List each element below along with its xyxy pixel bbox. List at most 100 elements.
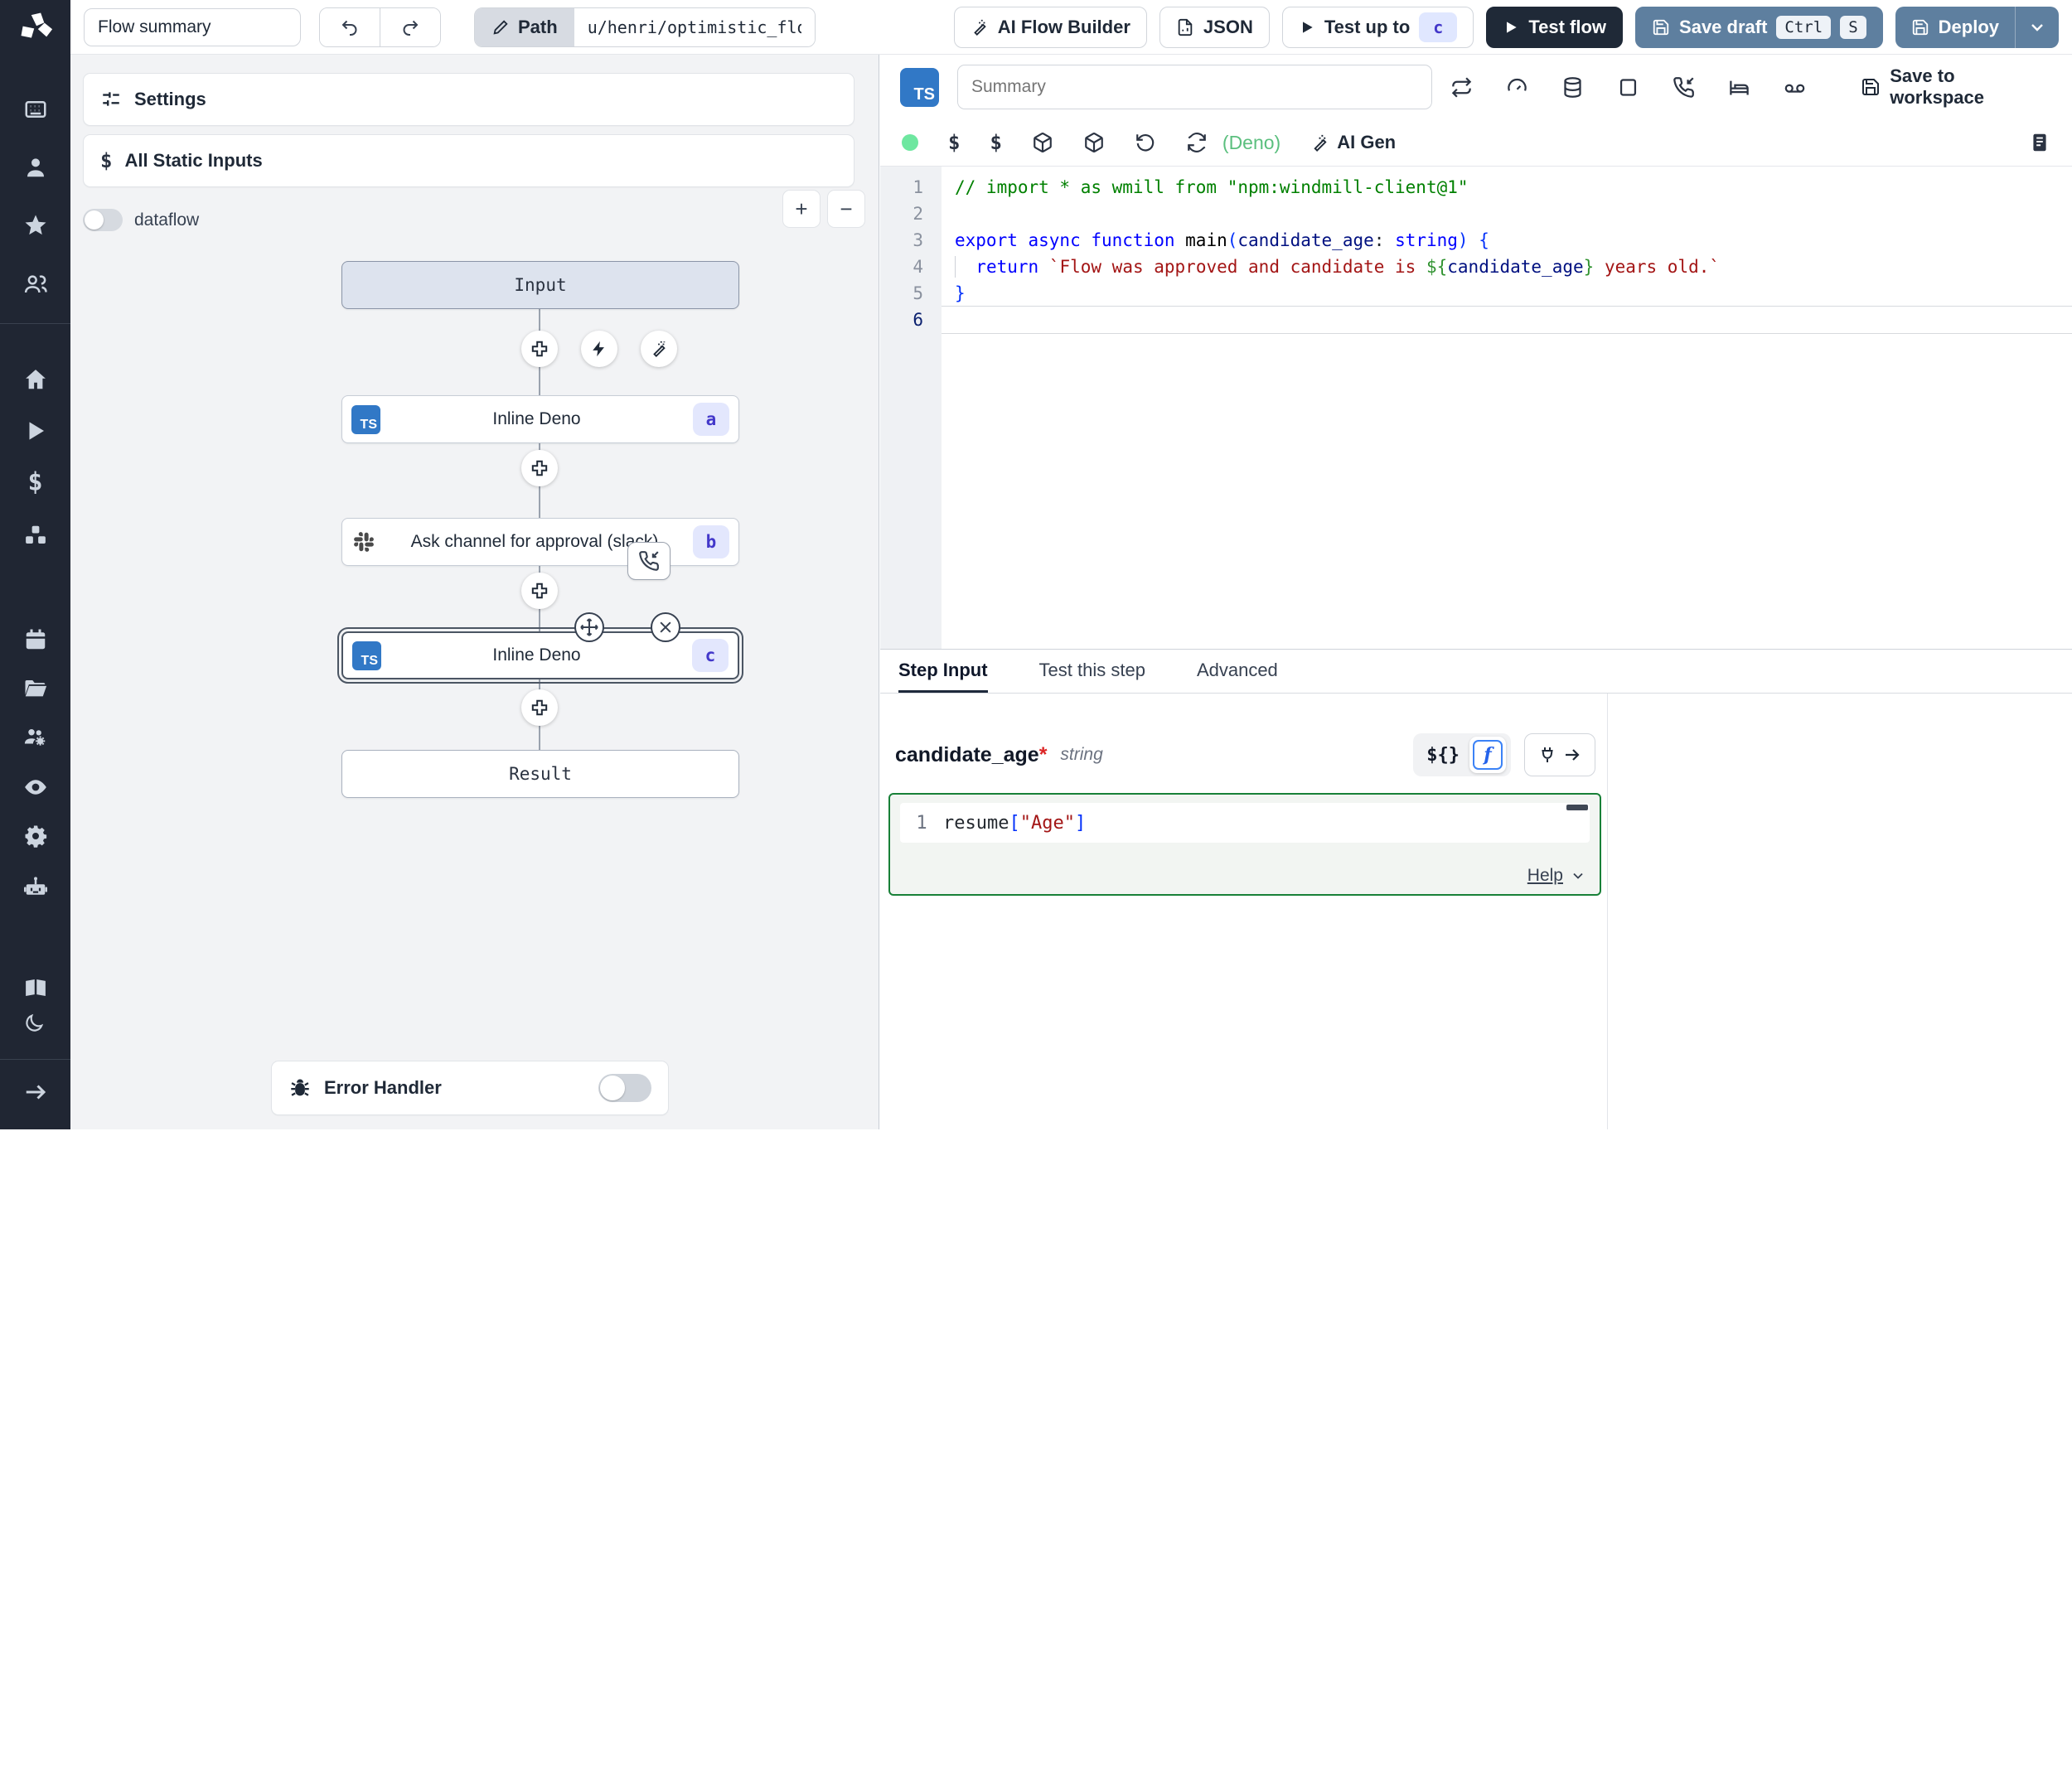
node-a[interactable]: TS Inline Deno a <box>341 395 739 443</box>
code-line[interactable]: 4 return `Flow was approved and candidat… <box>880 254 2072 280</box>
resource-picker-icon[interactable]: $ <box>990 131 1001 154</box>
typescript-icon: TS <box>900 68 939 107</box>
library-script-icon[interactable] <box>2029 132 2050 153</box>
arrow-right-icon <box>1562 745 1582 765</box>
redo-button[interactable] <box>380 8 440 46</box>
reset-undo-icon[interactable] <box>1135 132 1156 153</box>
early-stop-gauge-icon[interactable] <box>1506 76 1528 99</box>
expression-line-number: 1 <box>900 813 943 834</box>
step-badge: c <box>1419 12 1457 42</box>
path-label[interactable]: Path <box>475 8 574 46</box>
approval-phone-badge[interactable] <box>627 542 670 580</box>
flow-summary-input[interactable] <box>84 8 301 46</box>
bug-icon <box>288 1076 312 1100</box>
robot-icon[interactable] <box>23 875 48 900</box>
retries-icon[interactable] <box>1450 76 1473 99</box>
code-line[interactable]: 5} <box>880 280 2072 307</box>
code-line[interactable]: 6 <box>880 307 2072 333</box>
deploy-dropdown-button[interactable] <box>2015 7 2059 48</box>
star-icon[interactable] <box>23 213 48 238</box>
connect-input-button[interactable] <box>1524 733 1595 776</box>
move-node-handle[interactable] <box>574 612 604 642</box>
home-icon[interactable] <box>23 367 48 392</box>
node-b[interactable]: Ask channel for approval (slack) b <box>341 518 739 566</box>
delete-node-button[interactable] <box>651 612 680 642</box>
tab-test-this-step[interactable]: Test this step <box>1039 650 1145 693</box>
zoom-out-button[interactable]: − <box>827 190 865 228</box>
apps-icon[interactable] <box>23 97 48 122</box>
save-draft-button[interactable]: Save draft Ctrl S <box>1635 7 1883 48</box>
add-step-button[interactable] <box>521 450 558 486</box>
suspend-icon[interactable] <box>1617 76 1639 99</box>
error-handler-toggle[interactable] <box>598 1074 651 1102</box>
users-group-icon[interactable] <box>23 272 48 297</box>
ai-flow-builder-button[interactable]: AI Flow Builder <box>954 7 1147 48</box>
sleep-bed-icon[interactable] <box>1728 76 1750 99</box>
runs-play-icon[interactable] <box>23 418 48 443</box>
input-node[interactable]: Input <box>341 261 739 309</box>
flow-settings-button[interactable]: Settings <box>83 73 854 126</box>
expression-code[interactable]: resume["Age"] <box>943 813 1086 834</box>
step-summary-input[interactable] <box>957 65 1432 109</box>
mini-scrollbar[interactable] <box>1566 805 1588 810</box>
settings-gear-icon[interactable] <box>23 824 48 848</box>
error-handler-card[interactable]: Error Handler <box>271 1061 669 1115</box>
all-static-inputs-button[interactable]: $ All Static Inputs <box>83 134 854 187</box>
user-icon[interactable] <box>23 155 48 180</box>
windmill-logo[interactable] <box>0 0 70 55</box>
fx-icon: f <box>1473 740 1503 770</box>
resources-icon[interactable] <box>23 523 48 548</box>
code-line[interactable]: 3export async function main(candidate_ag… <box>880 227 2072 254</box>
package-icon[interactable] <box>1032 132 1053 153</box>
ai-gen-button[interactable]: AI Gen <box>1310 132 1396 153</box>
dark-mode-moon-icon[interactable] <box>23 1013 48 1037</box>
reload-runtime-icon[interactable] <box>1186 132 1208 153</box>
expression-help-button[interactable]: Help <box>1527 866 1586 886</box>
add-step-button[interactable] <box>521 689 558 726</box>
step-config-panel: Step Input Test this step Advanced candi… <box>880 649 2072 1129</box>
package-icon[interactable] <box>1083 132 1105 153</box>
test-flow-button[interactable]: Test flow <box>1486 7 1623 48</box>
required-asterisk: * <box>1039 743 1048 767</box>
dataflow-label: dataflow <box>134 210 199 230</box>
audit-eye-icon[interactable] <box>23 775 48 800</box>
ai-wand-button[interactable] <box>641 331 677 367</box>
zoom-in-button[interactable]: + <box>782 190 821 228</box>
variable-picker-icon[interactable]: $ <box>948 131 960 154</box>
deploy-button-group: Deploy <box>1895 7 2059 48</box>
save-to-workspace-button[interactable]: Save to workspace <box>1861 65 2052 109</box>
dataflow-toggle[interactable] <box>83 209 123 231</box>
result-node[interactable]: Result <box>341 750 739 798</box>
expand-arrow-icon[interactable] <box>23 1080 48 1105</box>
json-button[interactable]: JSON <box>1159 7 1270 48</box>
expression-editor[interactable]: 1 resume["Age"] Help <box>888 793 1601 896</box>
schedules-icon[interactable] <box>23 627 48 652</box>
code-editor[interactable]: 1// import * as wmill from "npm:windmill… <box>880 166 2072 649</box>
runtime-label[interactable]: (Deno) <box>1222 132 1280 154</box>
tab-advanced[interactable]: Advanced <box>1197 650 1278 693</box>
topbar: Path AI Flow Builder JSON Test up to c T… <box>70 0 2072 55</box>
workers-icon[interactable] <box>23 725 48 750</box>
fx-mode-button[interactable]: f <box>1469 737 1506 773</box>
slack-icon <box>351 529 376 554</box>
docs-book-icon[interactable] <box>23 975 48 1000</box>
deploy-button[interactable]: Deploy <box>1895 7 2015 48</box>
add-trigger-bolt-button[interactable] <box>581 331 617 367</box>
folders-icon[interactable] <box>23 676 48 701</box>
test-up-to-button[interactable]: Test up to c <box>1282 7 1474 48</box>
approval-phone-icon[interactable] <box>1673 76 1695 99</box>
cache-icon[interactable] <box>1561 76 1584 99</box>
undo-button[interactable] <box>320 8 380 46</box>
template-mode-button[interactable]: ${} <box>1426 745 1460 766</box>
code-editor-panel: TS Save to workspace $ $ (Deno) AI Gen <box>880 55 2072 649</box>
add-step-button[interactable] <box>521 573 558 609</box>
path-input[interactable] <box>574 8 815 46</box>
code-line[interactable]: 1// import * as wmill from "npm:windmill… <box>880 174 2072 201</box>
add-step-button[interactable] <box>521 331 558 367</box>
variables-icon[interactable]: $ <box>27 468 42 497</box>
undo-redo-group <box>319 7 441 47</box>
tab-step-input[interactable]: Step Input <box>898 650 988 693</box>
code-line[interactable]: 2 <box>880 201 2072 227</box>
mock-voicemail-icon[interactable] <box>1784 76 1806 99</box>
node-c[interactable]: TS Inline Deno c <box>341 631 739 679</box>
